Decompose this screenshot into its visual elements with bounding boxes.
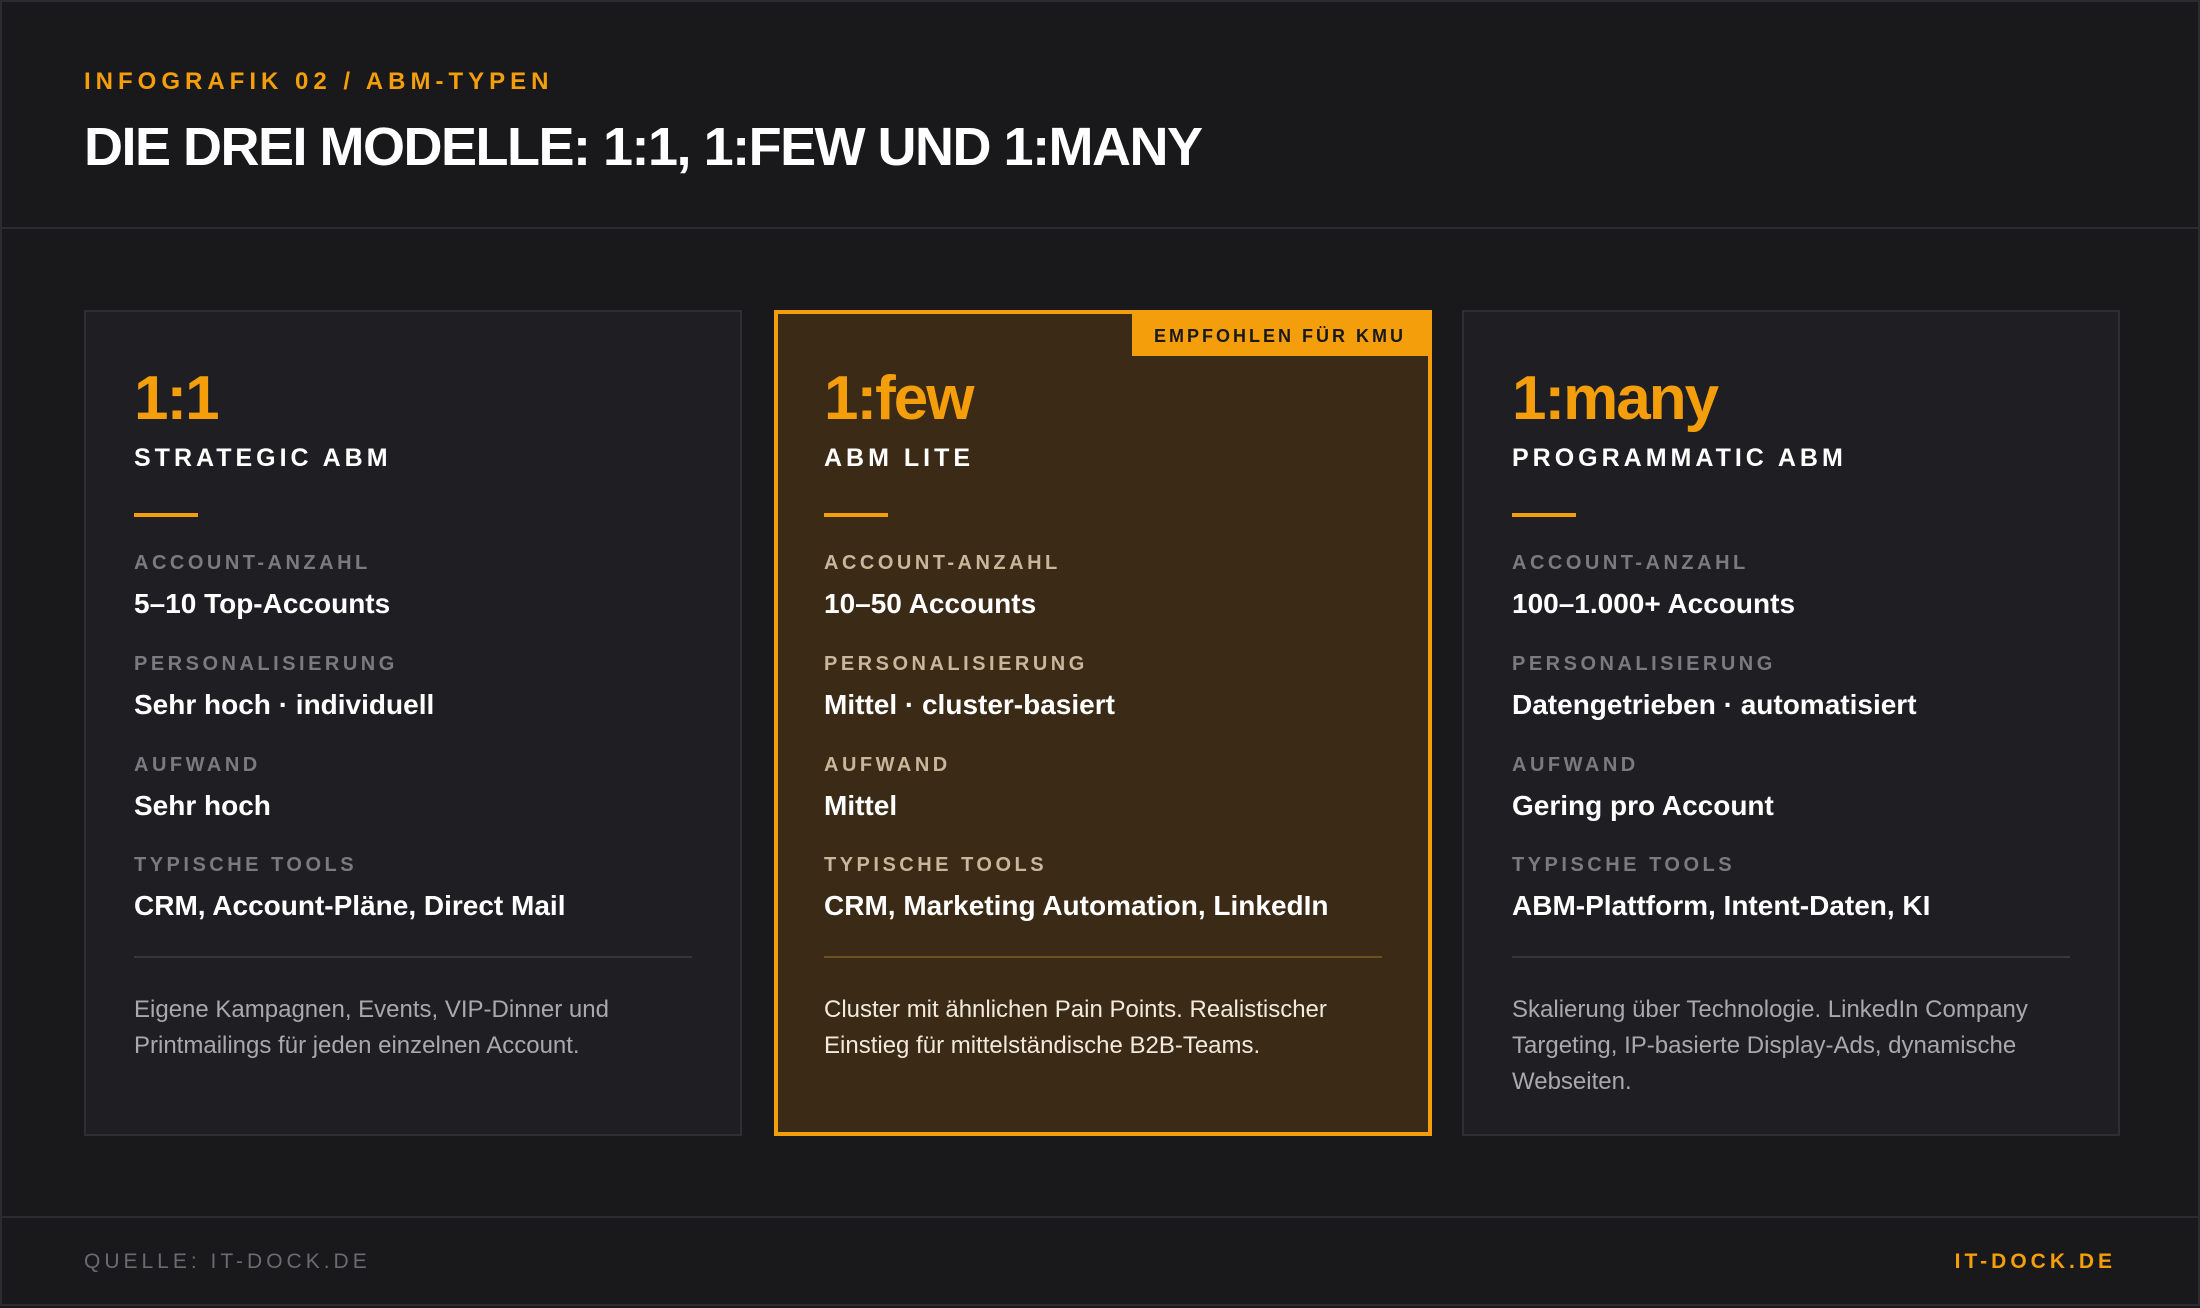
model-subtitle: PROGRAMMATIC ABM [1512, 444, 1847, 472]
eyebrow: INFOGRAFIK 02 / ABM-TYPEN [84, 68, 554, 95]
field-value: 10–50 Accounts [824, 588, 1037, 619]
field-label: AUFWAND [824, 753, 951, 776]
divider [134, 956, 692, 959]
field-label: PERSONALISIERUNG [134, 652, 398, 675]
field-effort: AUFWAND Gering pro Account [1512, 755, 2070, 822]
card-1-to-few: EMPFOHLEN FÜR KMU 1:few ABM LITE ACCOUNT… [774, 310, 1432, 1136]
card-content: 1:few ABM LITE ACCOUNT-ANZAHL 10–50 Acco… [824, 368, 1382, 1064]
field-value: 100–1.000+ Accounts [1512, 588, 1796, 619]
model-subtitle: STRATEGIC ABM [134, 444, 392, 472]
card-1-to-1: 1:1 STRATEGIC ABM ACCOUNT-ANZAHL 5–10 To… [84, 310, 742, 1136]
model-name: 1:many [1512, 364, 1719, 433]
divider [1512, 956, 2070, 959]
brand-link[interactable]: IT-DOCK.DE [1955, 1250, 2116, 1274]
field-label: TYPISCHE TOOLS [824, 854, 1048, 877]
field-label: PERSONALISIERUNG [1512, 652, 1776, 675]
infographic-frame: INFOGRAFIK 02 / ABM-TYPEN DIE DREI MODEL… [0, 0, 2200, 1306]
card-description: Cluster mit ähnlichen Pain Points. Reali… [824, 996, 1327, 1060]
field-tools: TYPISCHE TOOLS ABM-Plattform, Intent-Dat… [1512, 855, 2070, 922]
accent-rule [134, 513, 198, 517]
card-description: Skalierung über Technologie. LinkedIn Co… [1512, 996, 2028, 1096]
model-subtitle: ABM LITE [824, 444, 975, 472]
field-label: ACCOUNT-ANZAHL [134, 552, 371, 574]
model-cards: 1:1 STRATEGIC ABM ACCOUNT-ANZAHL 5–10 To… [84, 310, 2120, 1136]
field-label: TYPISCHE TOOLS [1512, 854, 1736, 877]
recommended-badge: EMPFOHLEN FÜR KMU [1132, 314, 1428, 356]
field-list: ACCOUNT-ANZAHL 100–1.000+ Accounts PERSO… [1512, 553, 2070, 922]
accent-rule [1512, 513, 1576, 517]
field-value: CRM, Account-Pläne, Direct Mail [134, 890, 566, 922]
field-account-count: ACCOUNT-ANZAHL 10–50 Accounts [824, 553, 1382, 620]
field-label: ACCOUNT-ANZAHL [824, 552, 1061, 574]
field-label: ACCOUNT-ANZAHL [1512, 552, 1749, 574]
header: INFOGRAFIK 02 / ABM-TYPEN DIE DREI MODEL… [2, 2, 2198, 229]
card-content: 1:1 STRATEGIC ABM ACCOUNT-ANZAHL 5–10 To… [134, 368, 692, 1064]
model-name: 1:1 [134, 364, 220, 433]
field-effort: AUFWAND Sehr hoch [134, 755, 692, 822]
card-content: 1:many PROGRAMMATIC ABM ACCOUNT-ANZAHL 1… [1512, 368, 2070, 1100]
field-account-count: ACCOUNT-ANZAHL 5–10 Top-Accounts [134, 553, 692, 620]
field-effort: AUFWAND Mittel [824, 755, 1382, 822]
card-1-to-many: 1:many PROGRAMMATIC ABM ACCOUNT-ANZAHL 1… [1462, 310, 2120, 1136]
page-title: DIE DREI MODELLE: 1:1, 1:FEW UND 1:MANY [84, 117, 1203, 177]
field-account-count: ACCOUNT-ANZAHL 100–1.000+ Accounts [1512, 553, 2070, 620]
source-credit: QUELLE: IT-DOCK.DE [84, 1250, 371, 1273]
field-value: 5–10 Top-Accounts [134, 588, 391, 619]
field-label: TYPISCHE TOOLS [134, 854, 358, 877]
field-value: Sehr hoch [134, 789, 271, 821]
field-value: Mittel [824, 789, 898, 821]
field-list: ACCOUNT-ANZAHL 5–10 Top-Accounts PERSONA… [134, 553, 692, 922]
model-name: 1:few [824, 364, 974, 433]
field-personalization: PERSONALISIERUNG Sehr hoch · individuell [134, 654, 692, 721]
field-value: ABM-Plattform, Intent-Daten, KI [1512, 890, 1931, 922]
field-value: CRM, Marketing Automation, LinkedIn [824, 890, 1329, 922]
field-tools: TYPISCHE TOOLS CRM, Marketing Automation… [824, 855, 1382, 922]
field-value: Datengetrieben · automatisiert [1512, 688, 1917, 720]
field-tools: TYPISCHE TOOLS CRM, Account-Pläne, Direc… [134, 855, 692, 922]
accent-rule [824, 513, 888, 517]
field-value: Mittel · cluster-basiert [824, 688, 1115, 720]
field-label: PERSONALISIERUNG [824, 652, 1088, 675]
footer: QUELLE: IT-DOCK.DE IT-DOCK.DE [2, 1216, 2198, 1308]
divider [824, 956, 1382, 959]
field-label: AUFWAND [1512, 753, 1639, 776]
field-personalization: PERSONALISIERUNG Datengetrieben · automa… [1512, 654, 2070, 721]
field-value: Gering pro Account [1512, 789, 1774, 821]
field-value: Sehr hoch · individuell [134, 688, 435, 720]
card-description: Eigene Kampagnen, Events, VIP-Dinner und… [134, 996, 609, 1060]
field-list: ACCOUNT-ANZAHL 10–50 Accounts PERSONALIS… [824, 553, 1382, 922]
field-personalization: PERSONALISIERUNG Mittel · cluster-basier… [824, 654, 1382, 721]
field-label: AUFWAND [134, 753, 261, 776]
